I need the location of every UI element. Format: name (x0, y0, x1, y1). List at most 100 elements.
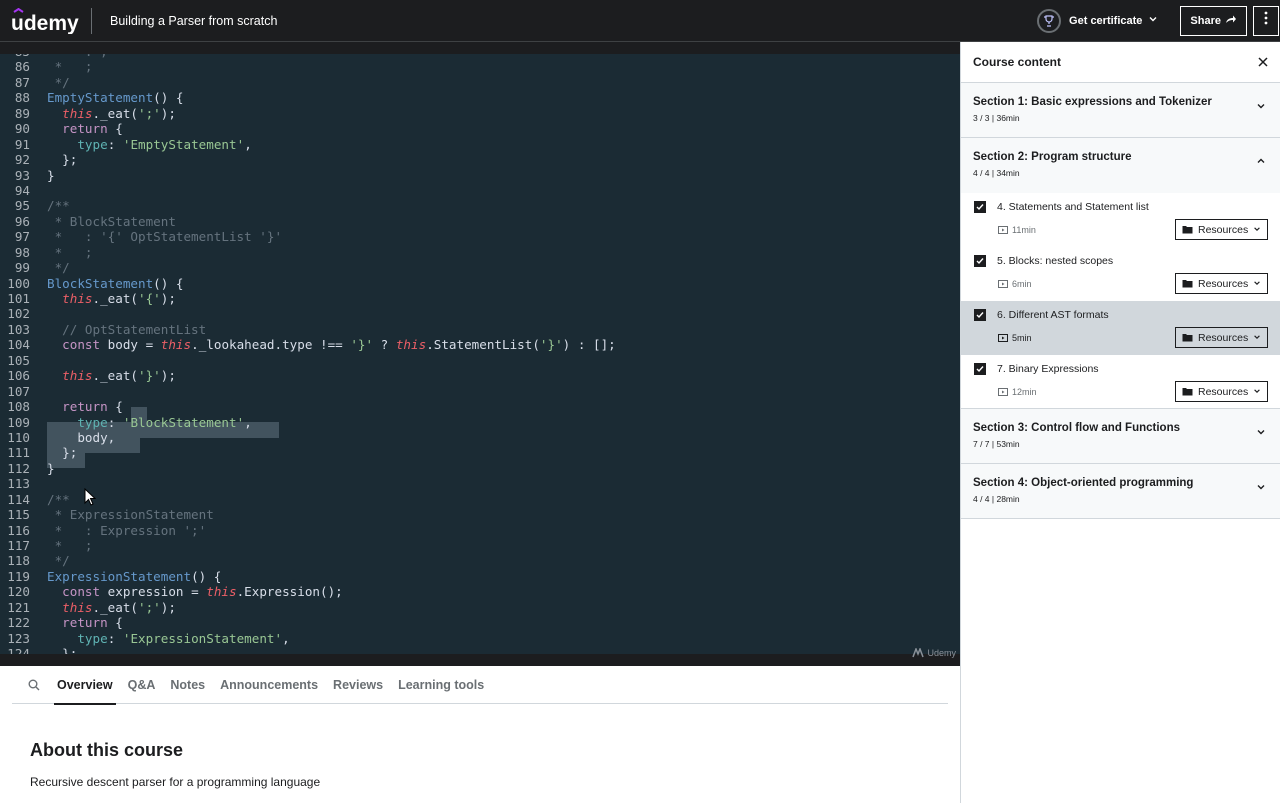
code-lines: 85 * : ;86 * ;87 */88EmptyStatement() {8… (0, 54, 960, 654)
code-text: BlockStatement() { (47, 275, 184, 291)
completed-checkbox[interactable] (974, 363, 986, 375)
chevron-down-icon (1253, 278, 1261, 290)
code-line: 92 }; (0, 152, 960, 167)
line-number: 117 (7, 538, 30, 553)
line-number: 111 (7, 445, 30, 461)
section-4[interactable]: Section 4: Object-oriented programming 4… (961, 464, 1280, 519)
line-number: 119 (7, 568, 30, 584)
folder-icon (1182, 226, 1193, 234)
code-text: return { (62, 615, 123, 631)
code-text: this._eat('{'); (62, 291, 176, 306)
resources-button[interactable]: Resources (1175, 273, 1268, 294)
code-line: 111 }; (0, 445, 960, 460)
line-number: 91 (14, 136, 30, 152)
more-options-button[interactable] (1253, 5, 1279, 36)
close-icon[interactable] (1258, 57, 1268, 67)
code-line: 122 return { (0, 615, 960, 630)
line-number: 97 (14, 229, 30, 245)
video-player[interactable]: 85 * : ;86 * ;87 */88EmptyStatement() {8… (0, 42, 960, 666)
line-number: 104 (7, 337, 30, 353)
line-number: 123 (7, 630, 30, 646)
resources-button[interactable]: Resources (1175, 327, 1268, 348)
code-line: 118 */ (0, 553, 960, 568)
folder-icon (1182, 388, 1193, 396)
code-line: 99 */ (0, 260, 960, 275)
line-number: 87 (14, 74, 30, 90)
chevron-down-icon (1256, 479, 1266, 497)
completed-checkbox[interactable] (974, 201, 986, 213)
tab-overview[interactable]: Overview (54, 666, 116, 705)
line-number: 121 (7, 599, 30, 615)
lecture-title: 4. Statements and Statement list (997, 201, 1149, 213)
lecture-duration: 12min (998, 387, 1037, 397)
chevron-down-icon (1253, 224, 1261, 236)
line-number: 94 (14, 182, 30, 198)
chevron-down-icon (1256, 98, 1266, 116)
udemy-logo[interactable]: udemy (11, 7, 81, 34)
section-title: Section 4: Object-oriented programming (973, 477, 1194, 489)
code-text: */ (47, 553, 70, 569)
lecture-duration: 6min (998, 279, 1032, 289)
lecture-item[interactable]: 4. Statements and Statement list 11min R… (961, 193, 1280, 247)
line-number: 118 (7, 553, 30, 569)
line-number: 106 (7, 368, 30, 384)
section-title: Section 1: Basic expressions and Tokeniz… (973, 96, 1212, 108)
code-line: 112} (0, 461, 960, 476)
lecture-title: 5. Blocks: nested scopes (997, 255, 1114, 267)
line-number: 115 (7, 507, 30, 523)
line-number: 109 (7, 414, 30, 430)
video-icon (998, 334, 1008, 342)
code-text: body, (47, 429, 116, 445)
code-text: }; (47, 152, 78, 168)
line-number: 112 (7, 460, 30, 476)
code-text: * : Expression ';' (47, 522, 207, 538)
tab-notes[interactable]: Notes (170, 666, 205, 704)
code-line: 94 (0, 183, 960, 198)
chevron-down-icon (1148, 14, 1158, 27)
lecture-duration: 5min (998, 333, 1032, 343)
code-text: */ (47, 74, 70, 90)
code-line: 96 * BlockStatement (0, 214, 960, 229)
video-icon (998, 280, 1008, 288)
udemy-mark-icon (912, 648, 925, 658)
course-title[interactable]: Building a Parser from scratch (110, 14, 277, 28)
completed-checkbox[interactable] (974, 309, 986, 321)
tab-reviews[interactable]: Reviews (333, 666, 383, 704)
section-3[interactable]: Section 3: Control flow and Functions 7 … (961, 409, 1280, 464)
share-arrow-icon (1221, 14, 1237, 27)
line-number: 120 (7, 584, 30, 600)
code-line: 87 */ (0, 75, 960, 90)
folder-icon (1182, 334, 1193, 342)
completed-checkbox[interactable] (974, 255, 986, 267)
section-1[interactable]: Section 1: Basic expressions and Tokeniz… (961, 83, 1280, 138)
lecture-item[interactable]: 7. Binary Expressions 12min Resources (961, 355, 1280, 409)
code-line: 113 (0, 476, 960, 491)
code-text: * ; (47, 244, 93, 260)
tab-learning-tools[interactable]: Learning tools (398, 666, 484, 704)
get-certificate-label: Get certificate (1069, 14, 1143, 27)
line-number: 114 (7, 491, 30, 507)
code-text: this._eat(';'); (62, 105, 176, 121)
tab-qa[interactable]: Q&A (128, 666, 156, 704)
code-line: 123 type: 'ExpressionStatement', (0, 631, 960, 646)
trophy-icon (1037, 8, 1062, 33)
top-bar: udemy Building a Parser from scratch Get… (0, 0, 1280, 42)
lecture-item[interactable]: 5. Blocks: nested scopes 6min Resources (961, 247, 1280, 301)
chevron-down-icon (1256, 424, 1266, 442)
sidebar-header: Course content (961, 42, 1280, 83)
search-icon[interactable] (28, 679, 40, 691)
resources-button[interactable]: Resources (1175, 219, 1268, 240)
code-line: 106 this._eat('}'); (0, 368, 960, 383)
code-line: 119 ExpressionStatement() { (0, 569, 960, 584)
udemy-watermark: Udemy (912, 648, 956, 658)
resources-button[interactable]: Resources (1175, 381, 1268, 402)
section-title: Section 2: Program structure (973, 151, 1132, 163)
code-line: 124 }; (0, 646, 960, 654)
share-button[interactable]: Share (1180, 5, 1247, 36)
get-certificate-button[interactable]: Get certificate (1037, 8, 1158, 33)
code-line: 120 const expression = this.Expression()… (0, 584, 960, 599)
lecture-item-current[interactable]: 6. Different AST formats 5min Resources (961, 301, 1280, 355)
tab-announcements[interactable]: Announcements (220, 666, 318, 704)
section-2[interactable]: Section 2: Program structure 4 / 4 | 34m… (961, 138, 1280, 193)
line-number: 122 (7, 615, 30, 631)
